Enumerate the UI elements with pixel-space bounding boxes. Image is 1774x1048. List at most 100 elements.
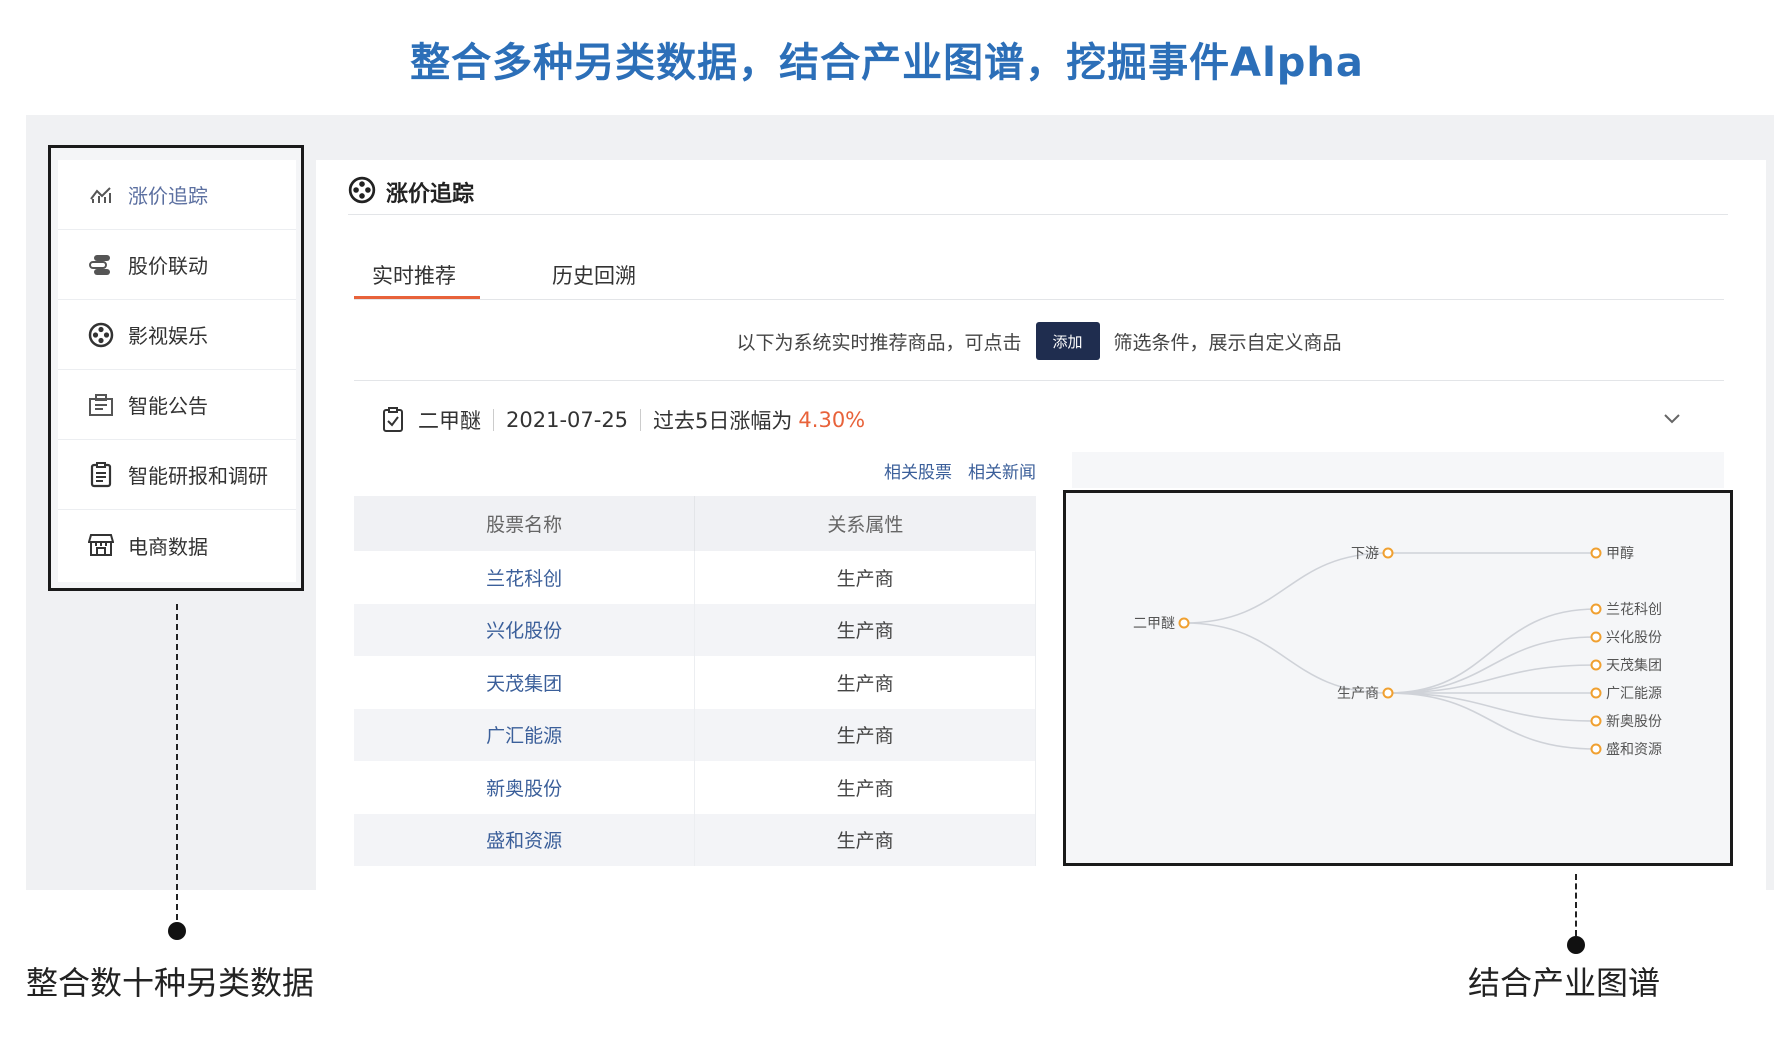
sidebar-item-label: 智能公告 [128, 394, 208, 418]
column-header-stock: 股票名称 [354, 496, 695, 551]
graph-leaf-label: 盛和资源 [1606, 742, 1662, 758]
graph-root-node[interactable] [1178, 617, 1190, 629]
stock-name-link[interactable]: 兰花科创 [354, 551, 696, 604]
stock-name-link[interactable]: 广汇能源 [354, 708, 696, 761]
sidebar-nav: 涨价追踪 股价联动 影视娱乐 智能公告 智能研报和调研 电商数据 [58, 160, 296, 582]
graph-leaf-label: 甲醇 [1606, 545, 1634, 562]
graph-leaf-node[interactable] [1590, 547, 1602, 559]
graph-branch-node[interactable] [1382, 547, 1394, 559]
left-connector-line [176, 604, 178, 920]
tab-history[interactable]: 历史回溯 [552, 260, 636, 290]
graph-root-label: 二甲醚 [1133, 616, 1175, 632]
report-clipboard-icon [86, 460, 116, 490]
separator [640, 409, 642, 431]
sidebar-item-label: 涨价追踪 [128, 184, 208, 208]
left-connector-dot [168, 922, 186, 940]
tab-realtime[interactable]: 实时推荐 [372, 260, 456, 290]
table-row: 盛和资源 生产商 [354, 813, 1036, 866]
industry-graph: 二甲醚 下游 甲醇生产商 兰花科创兴化股份天茂集团广汇能源新奥股份盛和资源 [1133, 545, 1662, 758]
graph-leaf-node[interactable] [1590, 631, 1602, 643]
linked-stack-icon [86, 250, 116, 280]
graph-leaf-label: 兴化股份 [1606, 630, 1662, 646]
table-row: 新奥股份 生产商 [354, 761, 1036, 814]
sidebar-item-label: 股价联动 [128, 254, 208, 278]
graph-edge [1387, 608, 1597, 694]
sidebar-item-research[interactable]: 智能研报和调研 [58, 440, 296, 510]
graph-edge [1387, 692, 1597, 750]
hint-text-suffix: 筛选条件，展示自定义商品 [1113, 331, 1342, 354]
graph-leaf-node[interactable] [1590, 659, 1602, 671]
stock-name-link[interactable]: 兴化股份 [354, 603, 696, 656]
hint-text-prefix: 以下为系统实时推荐商品，可点击 [736, 331, 1022, 354]
graph-nodes: 二甲醚 下游 甲醇生产商 兰花科创兴化股份天茂集团广汇能源新奥股份盛和资源 [1133, 545, 1662, 758]
relation-cell: 生产商 [694, 813, 1036, 866]
relation-cell: 生产商 [694, 603, 1036, 656]
relation-cell: 生产商 [694, 656, 1036, 709]
left-caption: 整合数十种另类数据 [26, 964, 315, 1002]
panel-title: 涨价追踪 [386, 182, 475, 207]
hint-row: 以下为系统实时推荐商品，可点击 添加 筛选条件，展示自定义商品 [354, 322, 1724, 360]
graph-edge [1387, 636, 1597, 694]
page-headline: 整合多种另类数据，结合产业图谱，挖掘事件Alpha [410, 40, 1364, 86]
related-stocks-link[interactable]: 相关股票 [884, 458, 952, 483]
table-row: 兴化股份 生产商 [354, 603, 1036, 656]
graph-leaf-label: 天茂集团 [1606, 657, 1662, 674]
stock-name-link[interactable]: 盛和资源 [354, 813, 696, 866]
trend-chart-icon [86, 180, 116, 210]
graph-leaf-node[interactable] [1590, 603, 1602, 615]
storefront-icon [86, 530, 116, 560]
sidebar-item-price-tracking[interactable]: 涨价追踪 [58, 160, 296, 230]
graph-header-bar [1072, 452, 1724, 488]
sidebar-item-ecommerce[interactable]: 电商数据 [58, 510, 296, 580]
panel-header: 涨价追踪 [348, 172, 474, 212]
graph-branch-label: 生产商 [1337, 686, 1379, 702]
event-change-value: 4.30% [798, 408, 866, 432]
graph-leaf-node[interactable] [1590, 715, 1602, 727]
sidebar-item-label: 电商数据 [128, 534, 208, 559]
relation-cell: 生产商 [694, 761, 1036, 814]
table-row: 广汇能源 生产商 [354, 708, 1036, 761]
event-product: 二甲醚 [418, 409, 481, 433]
separator [493, 409, 494, 431]
divider [348, 214, 1728, 215]
sidebar-item-label: 智能研报和调研 [128, 464, 268, 488]
graph-leaf-label: 广汇能源 [1606, 686, 1662, 702]
divider [354, 299, 1724, 300]
stock-name-link[interactable]: 新奥股份 [354, 761, 696, 814]
related-news-link[interactable]: 相关新闻 [968, 458, 1036, 483]
graph-leaf-node[interactable] [1590, 743, 1602, 755]
table-row: 天茂集团 生产商 [354, 656, 1036, 709]
right-connector-line [1575, 874, 1577, 936]
graph-leaf-node[interactable] [1590, 687, 1602, 699]
graph-branch-label: 下游 [1351, 546, 1379, 562]
divider [354, 380, 1724, 381]
film-reel-icon [86, 320, 116, 350]
relation-cell: 生产商 [694, 708, 1036, 761]
add-filter-button[interactable]: 添加 [1035, 322, 1100, 360]
graph-edges [1183, 552, 1597, 750]
event-change-label: 过去5日涨幅为 [653, 409, 793, 433]
table-header-row: 股票名称 关系属性 [354, 496, 1036, 551]
column-header-relation: 关系属性 [694, 496, 1036, 551]
clipboard-check-icon [382, 407, 404, 433]
event-date: 2021-07-25 [506, 408, 629, 432]
sidebar-item-label: 影视娱乐 [128, 324, 208, 348]
stock-name-link[interactable]: 天茂集团 [354, 656, 696, 709]
sidebar-item-announcements[interactable]: 智能公告 [58, 370, 296, 440]
graph-edge [1183, 552, 1389, 624]
graph-leaf-label: 兰花科创 [1606, 602, 1662, 618]
right-connector-dot [1567, 936, 1585, 954]
related-stocks-table: 股票名称 关系属性 兰花科创 生产商 兴化股份 生产商 天茂集团 生产商 广汇能… [354, 496, 1036, 866]
table-row: 兰花科创 生产商 [354, 551, 1036, 604]
sidebar-item-price-linkage[interactable]: 股价联动 [58, 230, 296, 300]
chevron-down-icon[interactable] [1660, 406, 1684, 430]
event-summary[interactable]: 二甲醚 2021-07-25 过去5日涨幅为 4.30% [382, 400, 865, 440]
sidebar-item-entertainment[interactable]: 影视娱乐 [58, 300, 296, 370]
graph-branch-node[interactable] [1382, 687, 1394, 699]
right-caption: 结合产业图谱 [1468, 964, 1661, 1002]
film-reel-icon [348, 176, 376, 208]
graph-edge [1387, 692, 1597, 722]
graph-edge [1387, 664, 1597, 694]
relation-cell: 生产商 [694, 551, 1036, 604]
announcement-icon [86, 390, 116, 420]
